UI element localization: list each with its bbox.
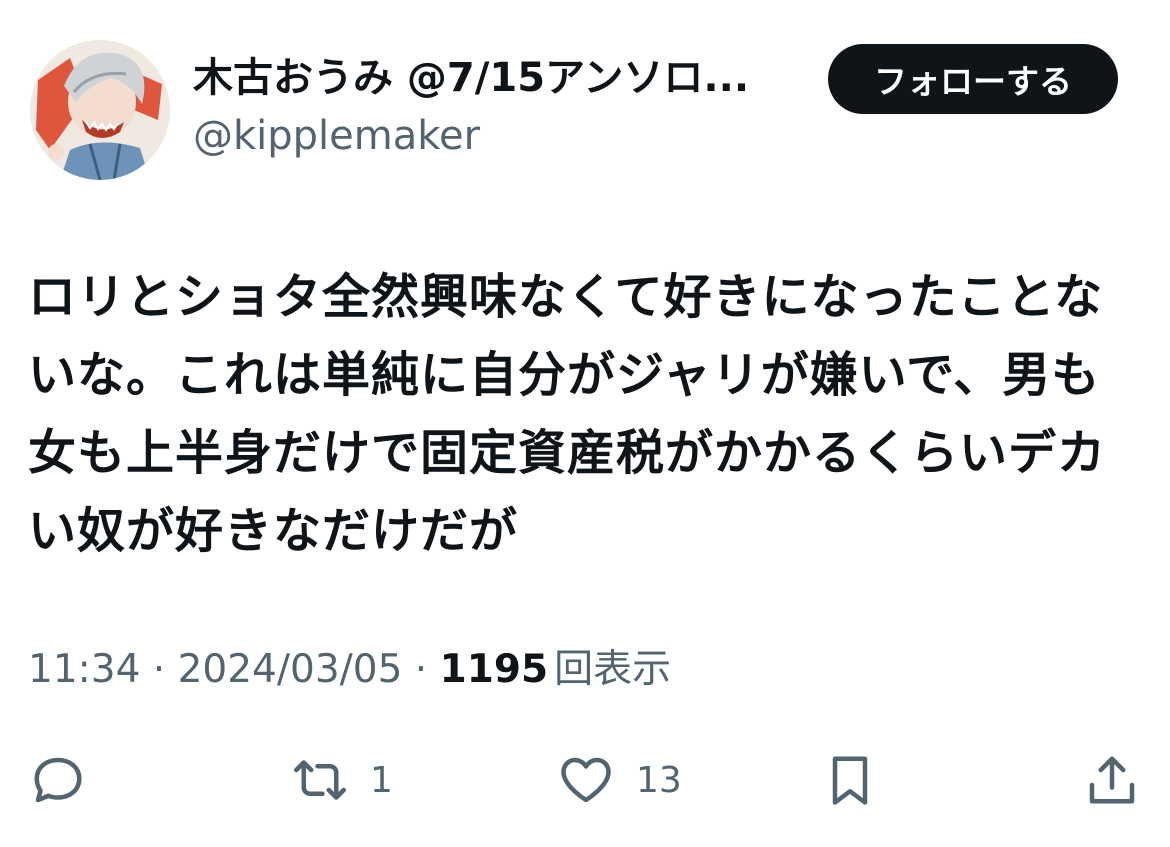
bookmark-icon — [832, 756, 868, 805]
retweet-button[interactable]: 1 — [290, 740, 393, 820]
like-count: 13 — [636, 759, 682, 801]
meta-separator: · — [402, 647, 440, 692]
tweet-header: 木古おうみ @7/15アンソロ... @kipplemaker フォローする — [0, 0, 1170, 200]
share-button[interactable] — [1082, 740, 1142, 820]
avatar-illustration-icon — [30, 40, 170, 180]
avatar[interactable] — [30, 40, 170, 180]
share-icon — [1089, 756, 1135, 804]
author-handle[interactable]: @kipplemaker — [193, 110, 813, 162]
like-button[interactable]: 13 — [556, 740, 682, 820]
views-label: 回表示 — [554, 647, 672, 692]
meta-separator: · — [140, 647, 178, 692]
author-display-name[interactable]: 木古おうみ @7/15アンソロ... — [193, 52, 813, 104]
reply-icon — [34, 757, 82, 803]
tweet-date[interactable]: 2024/03/05 — [178, 647, 403, 692]
reply-button[interactable] — [28, 740, 88, 820]
action-bar: 1 13 — [0, 740, 1170, 820]
views-count: 1195 — [439, 647, 549, 692]
tweet-text: ロリとショタ全然興味なくて好きになったことないな。これは単純に自分がジャリが嫌い… — [28, 269, 1107, 559]
tweet-time[interactable]: 11:34 — [28, 647, 140, 692]
bookmark-button[interactable] — [820, 740, 880, 820]
follow-button[interactable]: フォローする — [828, 44, 1118, 114]
author-names: 木古おうみ @7/15アンソロ... @kipplemaker — [193, 52, 813, 162]
tweet-meta: 11:34 · 2024/03/05 · 1195 回表示 — [28, 640, 1138, 700]
retweet-icon — [294, 760, 346, 800]
retweet-count: 1 — [370, 759, 393, 801]
heart-icon — [561, 757, 611, 803]
